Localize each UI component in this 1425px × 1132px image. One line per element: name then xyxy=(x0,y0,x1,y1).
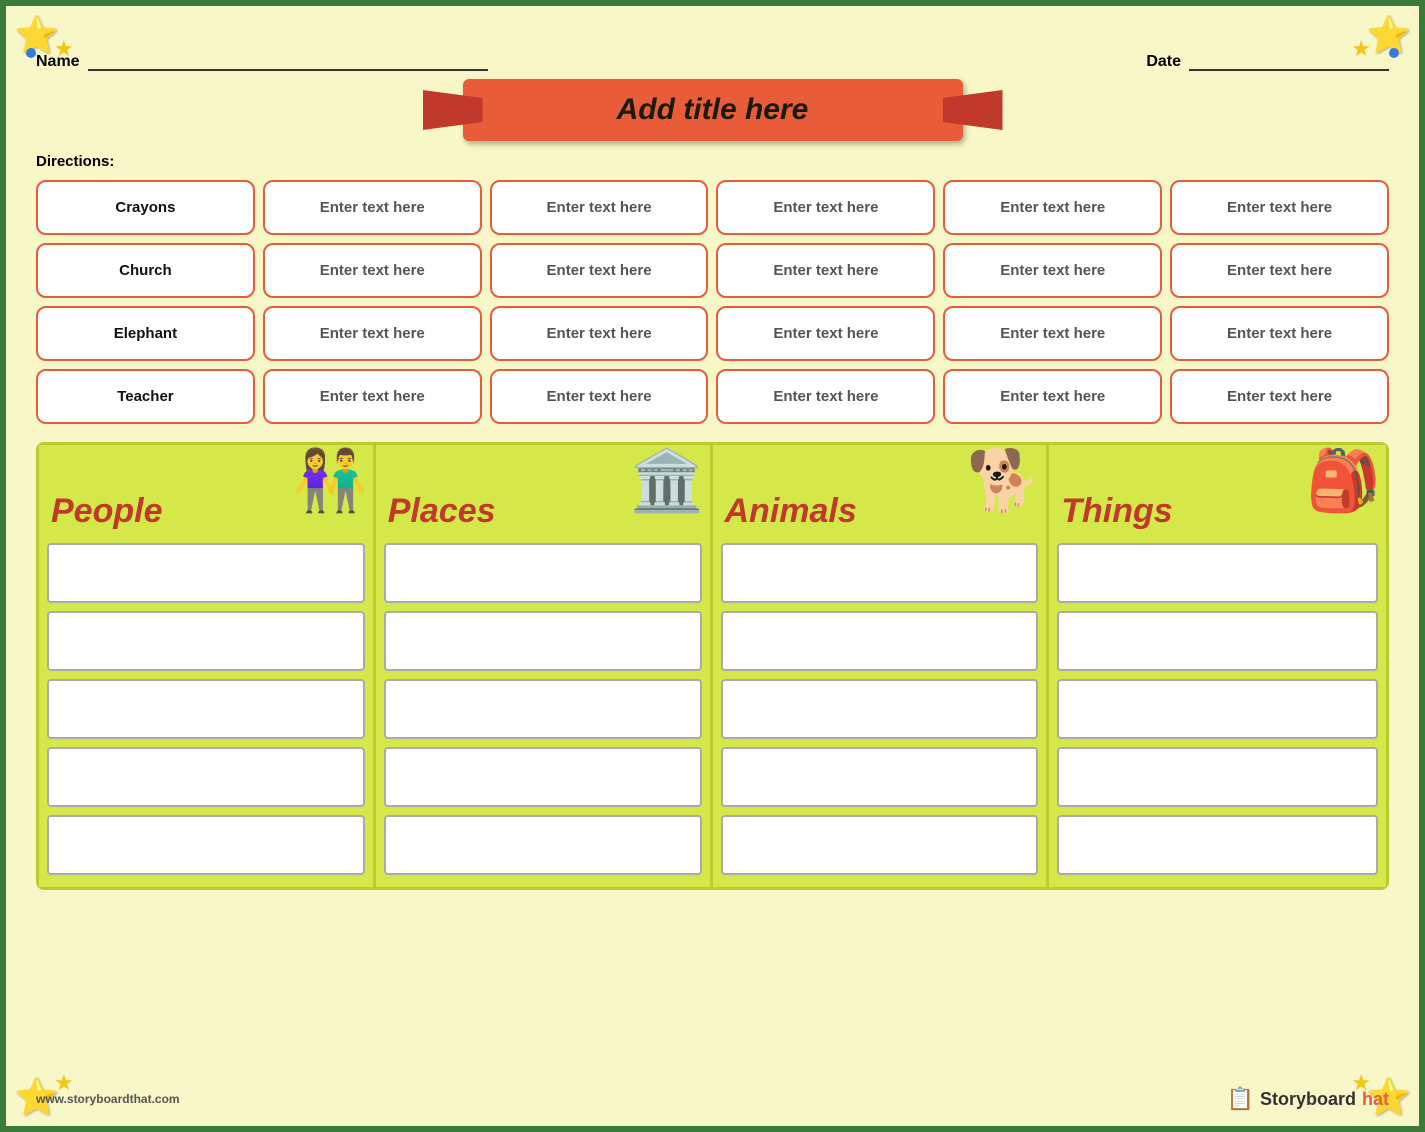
word-cell-r1-c2[interactable]: Enter text here xyxy=(490,243,709,298)
logo-storyboard-text: Storyboard xyxy=(1260,1089,1356,1110)
category-title-people: People xyxy=(51,492,162,531)
word-label-row2[interactable]: Elephant xyxy=(36,306,255,361)
header-row: Name Date xyxy=(36,51,1389,71)
bottom-bar: www.storyboardthat.com 📋 Storyboard hat xyxy=(36,1086,1389,1112)
word-cell-r2-c3[interactable]: Enter text here xyxy=(716,306,935,361)
category-input-animals-3[interactable] xyxy=(721,747,1039,807)
title-banner[interactable]: Add title here xyxy=(463,79,963,141)
word-cell-r1-c4[interactable]: Enter text here xyxy=(943,243,1162,298)
category-places: Places 🏛️ xyxy=(376,445,713,887)
category-rows-people xyxy=(39,535,373,887)
word-cell-r3-c4[interactable]: Enter text here xyxy=(943,369,1162,424)
category-input-people-0[interactable] xyxy=(47,543,365,603)
title-banner-container: Add title here xyxy=(36,79,1389,141)
category-icon-animals: 🐕 xyxy=(967,445,1042,516)
word-cell-r2-c1[interactable]: Enter text here xyxy=(263,306,482,361)
word-cell-r3-c3[interactable]: Enter text here xyxy=(716,369,935,424)
category-input-places-0[interactable] xyxy=(384,543,702,603)
directions-label: Directions: xyxy=(36,153,1389,170)
category-input-places-2[interactable] xyxy=(384,679,702,739)
category-input-animals-2[interactable] xyxy=(721,679,1039,739)
word-cell-r2-c4[interactable]: Enter text here xyxy=(943,306,1162,361)
word-cell-r1-c3[interactable]: Enter text here xyxy=(716,243,935,298)
name-line xyxy=(88,51,488,71)
category-input-things-4[interactable] xyxy=(1057,815,1378,875)
category-icon-things: 🎒 xyxy=(1306,445,1381,516)
category-animals: Animals 🐕 xyxy=(713,445,1050,887)
category-rows-animals xyxy=(713,535,1047,887)
category-things: Things 🎒 xyxy=(1049,445,1386,887)
word-cell-r0-c2[interactable]: Enter text here xyxy=(490,180,709,235)
word-cell-r0-c3[interactable]: Enter text here xyxy=(716,180,935,235)
category-icon-places: 🏛️ xyxy=(630,445,705,516)
word-cell-r0-c1[interactable]: Enter text here xyxy=(263,180,482,235)
word-cell-r0-c5[interactable]: Enter text here xyxy=(1170,180,1389,235)
word-cell-r1-c5[interactable]: Enter text here xyxy=(1170,243,1389,298)
word-label-row0[interactable]: Crayons xyxy=(36,180,255,235)
category-rows-things xyxy=(1049,535,1386,887)
category-input-places-4[interactable] xyxy=(384,815,702,875)
logo-hat-text: hat xyxy=(1362,1089,1389,1110)
name-field: Name xyxy=(36,51,488,71)
category-input-people-4[interactable] xyxy=(47,815,365,875)
word-cell-r3-c2[interactable]: Enter text here xyxy=(490,369,709,424)
categories-section: People 👫 Places 🏛️ Animals 🐕 Things 🎒 xyxy=(36,442,1389,890)
category-input-people-1[interactable] xyxy=(47,611,365,671)
logo-icon: 📋 xyxy=(1227,1086,1254,1112)
logo-area: 📋 Storyboard hat xyxy=(1227,1086,1389,1112)
star-accent-tl2: ★ xyxy=(54,36,74,62)
title-text: Add title here xyxy=(617,93,809,126)
star-top-left: ⭐ xyxy=(14,14,59,56)
word-cell-r3-c1[interactable]: Enter text here xyxy=(263,369,482,424)
word-label-row1[interactable]: Church xyxy=(36,243,255,298)
category-input-people-2[interactable] xyxy=(47,679,365,739)
word-grid: CrayonsEnter text hereEnter text hereEnt… xyxy=(36,180,1389,424)
word-cell-r2-c5[interactable]: Enter text here xyxy=(1170,306,1389,361)
category-input-places-3[interactable] xyxy=(384,747,702,807)
dot-top-right xyxy=(1389,48,1399,58)
category-title-things: Things xyxy=(1061,492,1172,531)
word-cell-r2-c2[interactable]: Enter text here xyxy=(490,306,709,361)
category-input-things-3[interactable] xyxy=(1057,747,1378,807)
category-input-places-1[interactable] xyxy=(384,611,702,671)
word-cell-r1-c1[interactable]: Enter text here xyxy=(263,243,482,298)
website-url: www.storyboardthat.com xyxy=(36,1092,180,1106)
category-input-things-0[interactable] xyxy=(1057,543,1378,603)
category-rows-places xyxy=(376,535,710,887)
category-input-animals-1[interactable] xyxy=(721,611,1039,671)
category-people: People 👫 xyxy=(39,445,376,887)
date-label: Date xyxy=(1146,53,1181,71)
word-cell-r0-c4[interactable]: Enter text here xyxy=(943,180,1162,235)
star-accent-tr2: ★ xyxy=(1351,36,1371,62)
page: ⭐ ⭐ ⭐ ⭐ ★ ★ ★ ★ Name Date Add title here… xyxy=(0,0,1425,1132)
category-input-animals-0[interactable] xyxy=(721,543,1039,603)
category-icon-people: 👫 xyxy=(293,445,368,516)
category-title-places: Places xyxy=(388,492,496,531)
category-title-animals: Animals xyxy=(725,492,857,531)
category-input-animals-4[interactable] xyxy=(721,815,1039,875)
category-input-things-2[interactable] xyxy=(1057,679,1378,739)
word-cell-r3-c5[interactable]: Enter text here xyxy=(1170,369,1389,424)
category-input-things-1[interactable] xyxy=(1057,611,1378,671)
dot-top-left xyxy=(26,48,36,58)
category-input-people-3[interactable] xyxy=(47,747,365,807)
word-label-row3[interactable]: Teacher xyxy=(36,369,255,424)
